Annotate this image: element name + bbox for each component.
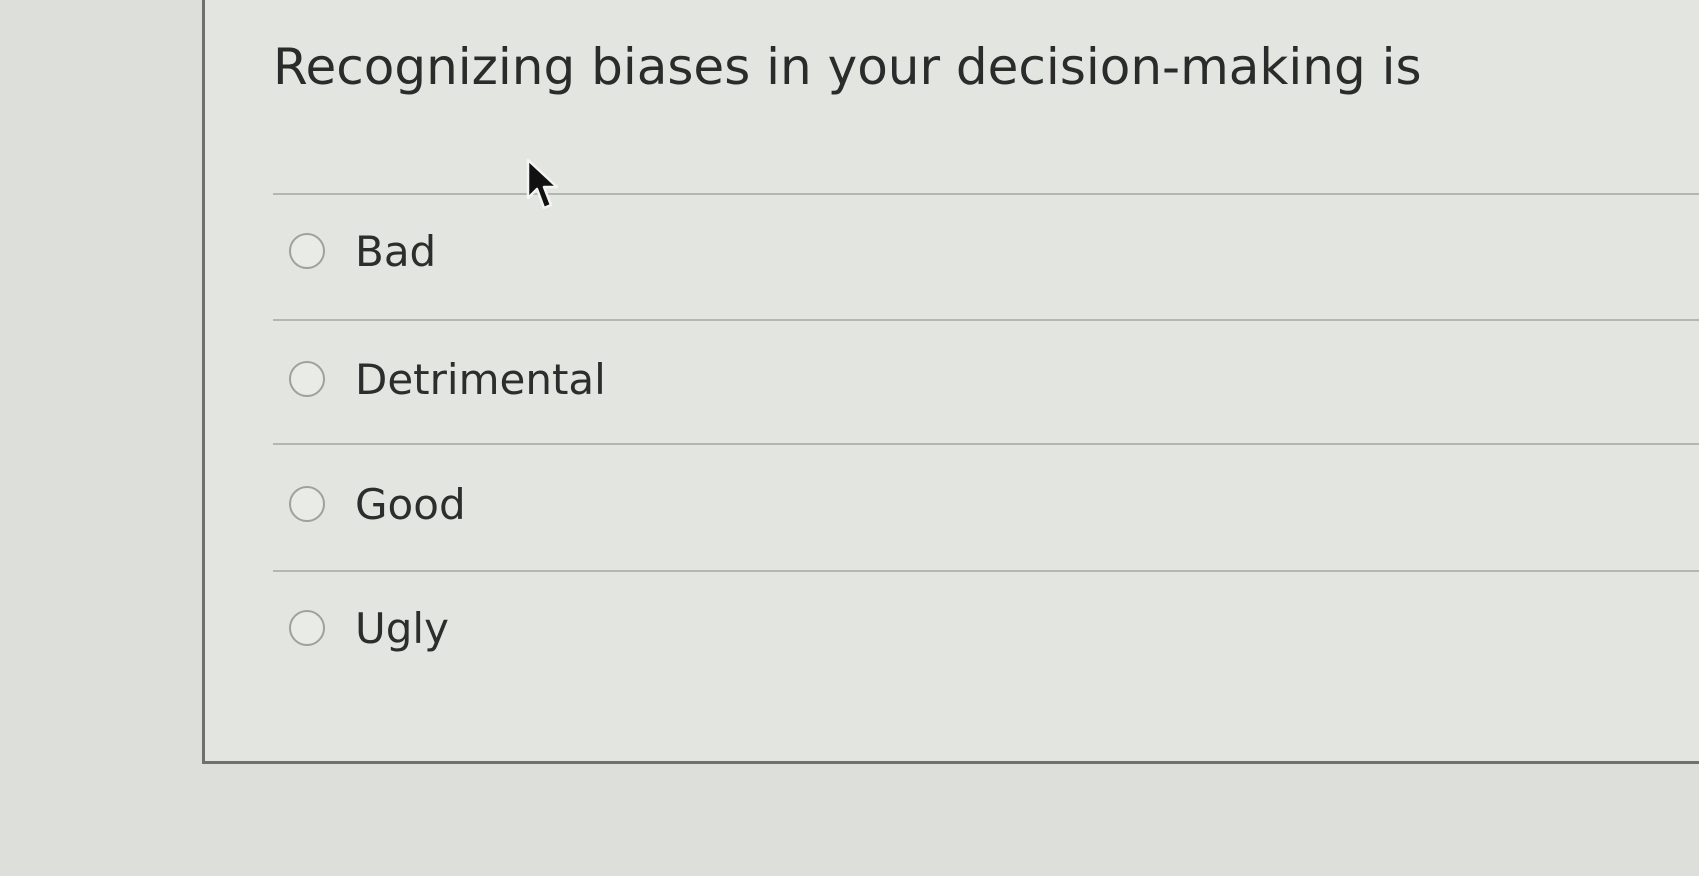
divider <box>273 193 1699 195</box>
answer-label-bad[interactable]: Bad <box>355 227 436 276</box>
radio-button-icon[interactable] <box>289 361 325 397</box>
answer-option-bad[interactable]: Bad <box>289 221 436 281</box>
radio-button-icon[interactable] <box>289 610 325 646</box>
answer-label-ugly[interactable]: Ugly <box>355 604 449 653</box>
divider <box>273 319 1699 321</box>
radio-button-icon[interactable] <box>289 233 325 269</box>
question-prompt: Recognizing biases in your decision-maki… <box>273 38 1422 96</box>
divider <box>273 443 1699 445</box>
answer-label-detrimental[interactable]: Detrimental <box>355 355 606 404</box>
answer-option-detrimental[interactable]: Detrimental <box>289 349 606 409</box>
radio-button-icon[interactable] <box>289 486 325 522</box>
divider <box>273 570 1699 572</box>
mouse-pointer-icon <box>526 158 559 210</box>
answer-option-ugly[interactable]: Ugly <box>289 598 449 658</box>
question-card: Recognizing biases in your decision-maki… <box>202 0 1699 764</box>
answer-label-good[interactable]: Good <box>355 480 466 529</box>
answer-option-good[interactable]: Good <box>289 474 466 534</box>
